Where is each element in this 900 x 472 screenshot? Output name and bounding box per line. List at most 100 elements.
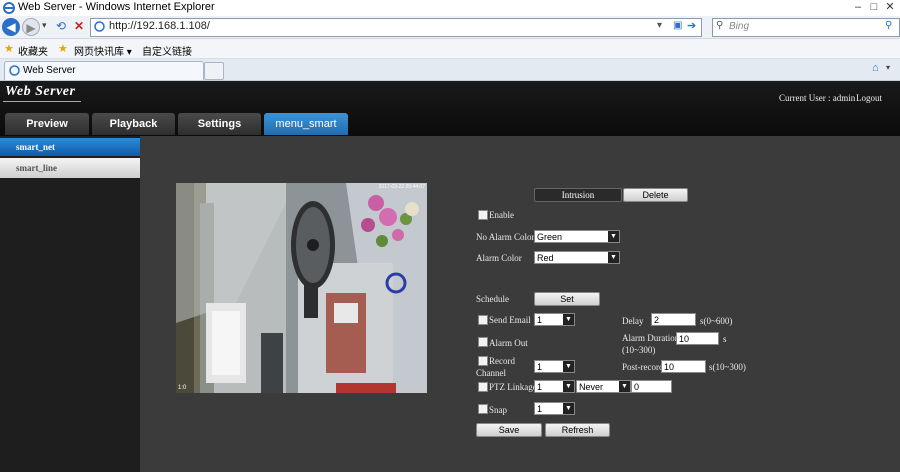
ie-logo-icon — [3, 2, 15, 14]
no-alarm-color-select[interactable]: Green ▼ — [534, 230, 620, 243]
nav-tab-settings[interactable]: Settings — [178, 113, 261, 135]
refresh-button[interactable]: Refresh — [545, 423, 610, 437]
home-dropdown-icon[interactable]: ▾ — [886, 63, 890, 72]
alarm-color-value: Red — [537, 253, 554, 263]
fav-link-webslice[interactable]: 网页快讯库 ▾ — [74, 43, 132, 58]
sidebar-item-smart-line[interactable]: smart_line — [0, 158, 140, 178]
window-titlebar: Web Server - Windows Internet Explorer –… — [0, 0, 900, 16]
minimize-icon[interactable]: – — [850, 1, 866, 14]
snap-value: 1 — [537, 404, 543, 414]
video-preview[interactable]: 2017-03-22 09:44:07 1:0 — [176, 183, 427, 393]
history-dropdown-icon[interactable]: ▾ — [42, 20, 47, 31]
post-record-input[interactable]: 10 — [661, 360, 706, 373]
chevron-down-icon: ▼ — [608, 252, 619, 263]
ptz-number-input[interactable]: 0 — [631, 380, 672, 393]
send-email-select[interactable]: 1 ▼ — [534, 313, 575, 326]
chevron-down-icon: ▼ — [563, 314, 574, 325]
sidebar — [0, 136, 142, 472]
record-channel-select[interactable]: 1 ▼ — [534, 360, 575, 373]
nav-tab-playback[interactable]: Playback — [92, 113, 175, 135]
tab-page-icon — [9, 65, 20, 76]
send-email-label: Send Email — [489, 315, 531, 325]
ptz-preset-value: 1 — [537, 382, 543, 392]
current-user: Current User : admin — [779, 93, 856, 103]
search-placeholder: Bing — [729, 21, 750, 32]
alarm-duration-range: (10~300) — [622, 345, 656, 355]
sidebar-item-smart-net[interactable]: smart_net — [0, 138, 140, 156]
home-icon[interactable]: ⌂ — [872, 62, 879, 74]
refresh-icon[interactable]: ⟲ — [56, 19, 66, 33]
ptz-linkage-label: PTZ Linkage — [489, 382, 537, 392]
alarm-duration-unit: s — [723, 334, 727, 344]
alarm-duration-label: Alarm Duration — [622, 333, 680, 343]
close-icon[interactable]: ✕ — [882, 1, 898, 14]
page-icon — [94, 21, 105, 32]
search-box[interactable]: ⚲ Bing ⚲ — [712, 18, 900, 37]
ptz-linkage-checkbox[interactable] — [478, 382, 488, 392]
send-email-checkbox[interactable] — [478, 315, 488, 325]
nav-tab-preview[interactable]: Preview — [5, 113, 89, 135]
send-email-value: 1 — [537, 315, 543, 325]
browser-tabbar: Web Server ⌂ ▾ — [0, 59, 900, 81]
sidebar-item-label: smart_net — [16, 142, 55, 152]
alarm-out-label: Alarm Out — [489, 338, 528, 348]
search-icon[interactable]: ⚲ — [885, 20, 892, 31]
chevron-down-icon: ▼ — [563, 361, 574, 372]
chevron-down-icon: ▼ — [608, 231, 619, 242]
window-title: Web Server - Windows Internet Explorer — [18, 1, 215, 13]
delete-button[interactable]: Delete — [623, 188, 688, 202]
url-dropdown-icon[interactable]: ▾ — [657, 20, 662, 31]
delay-input[interactable]: 2 — [651, 313, 696, 326]
app-logo: Web Server — [5, 84, 76, 99]
favorites-star-icon: ★ — [4, 43, 14, 55]
logout-link[interactable]: Logout — [856, 93, 882, 103]
post-record-range: s(10~300) — [709, 362, 746, 372]
intrusion-button[interactable]: Intrusion — [534, 188, 622, 202]
ptz-mode-value: Never — [579, 382, 604, 392]
video-corner-label: 1:0 — [178, 385, 187, 391]
browser-tab[interactable]: Web Server — [4, 61, 204, 80]
stop-icon[interactable]: ✕ — [74, 19, 84, 33]
no-alarm-color-value: Green — [537, 232, 563, 242]
go-icon[interactable]: ➔ — [687, 19, 696, 32]
enable-label: Enable — [489, 210, 514, 220]
enable-checkbox[interactable] — [478, 210, 488, 220]
delay-label: Delay — [622, 316, 644, 326]
camera-scene-image — [176, 183, 427, 393]
record-label: Record — [489, 356, 515, 366]
search-provider-icon: ⚲ — [716, 20, 724, 31]
record-channel-checkbox[interactable] — [478, 356, 488, 366]
forward-icon[interactable]: ▶ — [22, 18, 40, 36]
schedule-label: Schedule — [476, 294, 509, 304]
add-favorite-icon[interactable]: ★ — [58, 42, 68, 55]
save-button[interactable]: Save — [476, 423, 542, 437]
snap-select[interactable]: 1 ▼ — [534, 402, 575, 415]
alarm-color-label: Alarm Color — [476, 253, 522, 263]
no-alarm-color-label: No Alarm Color — [476, 232, 535, 242]
favorites-bar: ★ 收藏夹 ★ 网页快讯库 ▾ 自定义链接 — [0, 39, 900, 59]
fav-link-custom[interactable]: 自定义链接 — [142, 43, 192, 58]
ptz-preset-select[interactable]: 1 ▼ — [534, 380, 575, 393]
new-tab-button[interactable] — [204, 62, 224, 80]
logo-underline — [3, 101, 81, 102]
nav-tab-menu-smart[interactable]: menu_smart — [264, 113, 348, 135]
alarm-duration-input[interactable]: 10 — [676, 332, 719, 345]
url-text: http://192.168.1.108/ — [109, 20, 210, 32]
chevron-down-icon: ▼ — [563, 381, 574, 392]
post-record-label: Post-record — [622, 362, 664, 372]
delay-range: s(0~600) — [700, 316, 733, 326]
schedule-set-button[interactable]: Set — [534, 292, 600, 306]
maximize-icon[interactable]: □ — [866, 1, 882, 14]
compat-view-icon[interactable]: ▣ — [673, 20, 682, 31]
browser-toolbar: ◀ ▶ ▾ ⟲ ✕ http://192.168.1.108/ ▾ ▣ ➔ ⚲ … — [0, 16, 900, 39]
favorites-label[interactable]: 收藏夹 — [18, 43, 48, 58]
address-bar[interactable]: http://192.168.1.108/ ▾ ▣ ➔ — [90, 18, 702, 37]
back-icon[interactable]: ◀ — [2, 18, 20, 36]
snap-checkbox[interactable] — [478, 404, 488, 414]
chevron-down-icon: ▼ — [619, 381, 630, 392]
ptz-mode-select[interactable]: Never ▼ — [576, 380, 631, 393]
record-channel-value: 1 — [537, 362, 543, 372]
tab-title: Web Server — [23, 65, 76, 76]
alarm-out-checkbox[interactable] — [478, 337, 488, 347]
alarm-color-select[interactable]: Red ▼ — [534, 251, 620, 264]
